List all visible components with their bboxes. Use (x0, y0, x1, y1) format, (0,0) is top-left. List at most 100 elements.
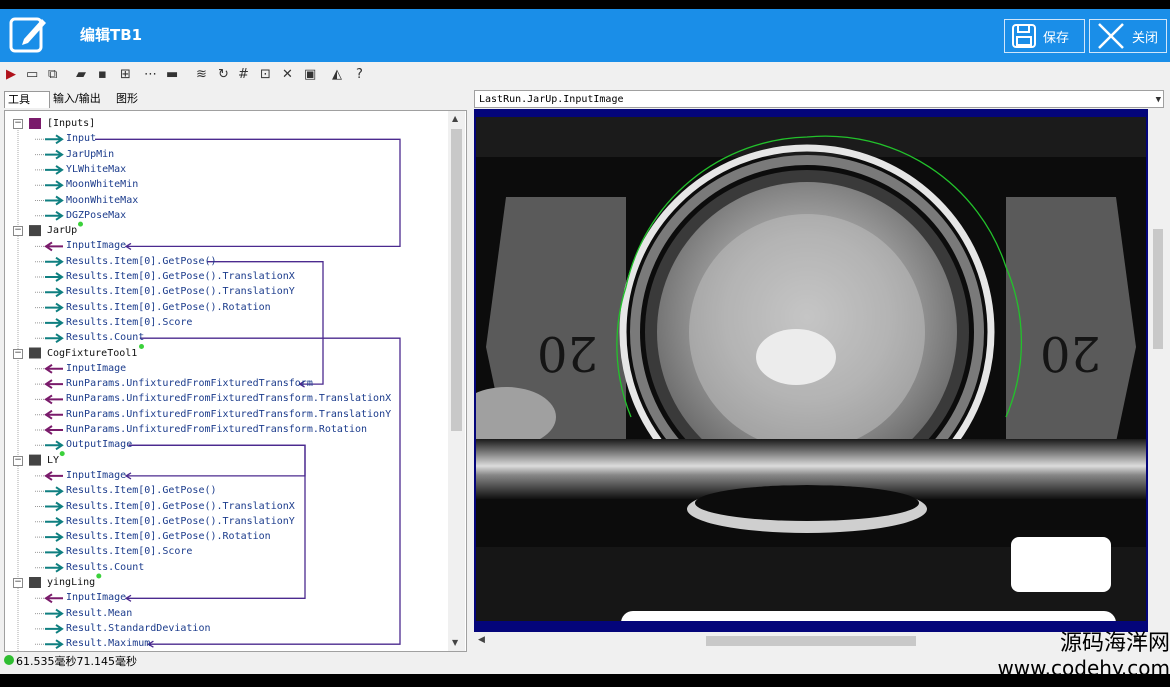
window-title: 编辑TB1 (80, 26, 143, 44)
output-arrow-icon (45, 501, 64, 512)
image-source-select[interactable]: LastRun.JarUp.InputImage ▼ (474, 90, 1164, 108)
tab-tools[interactable]: 工具 (4, 91, 50, 108)
image-source-value: LastRun.JarUp.InputImage (479, 94, 624, 105)
scroll-up-icon[interactable]: ▲ (452, 114, 458, 123)
input-arrow-icon (44, 363, 63, 374)
output-arrow-icon (45, 639, 64, 650)
output-arrow-icon (45, 547, 64, 558)
tool-tree: ▲ ▼ − [Inputs] Input JarUpMin YLWhiteMax Moon… (4, 110, 467, 652)
scroll-left-icon[interactable]: ◀ (478, 635, 485, 645)
save-button[interactable]: 保存 (1004, 19, 1085, 53)
image-vertical-scrollbar[interactable] (1150, 109, 1166, 649)
tree-tool-node[interactable]: [Inputs] (47, 117, 95, 130)
tree-input-terminal[interactable]: InputImage (66, 239, 126, 252)
tree-tool-node[interactable]: yingLing (47, 576, 95, 589)
tree-output-terminal[interactable]: Results.Item[0].GetPose().TranslationY (66, 285, 295, 298)
tree-input-terminal[interactable]: InputImage (66, 591, 126, 604)
tree-output-terminal[interactable]: Results.Item[0].GetPose().Rotation (66, 301, 271, 314)
save-disk-icon[interactable]: ▪ (98, 67, 114, 83)
tree-output-terminal[interactable]: Results.Item[0].GetPose().Rotation (66, 530, 271, 543)
output-arrow-icon (45, 210, 64, 221)
tree-output-terminal[interactable]: YLWhiteMax (66, 163, 126, 176)
tree-collapse-toggle[interactable]: − (13, 226, 23, 237)
pattern-tool-icon (29, 225, 41, 237)
output-arrow-icon (45, 165, 64, 175)
tree-input-terminal[interactable]: InputImage (66, 362, 126, 375)
editor-window: 编辑TB1 保存 关闭 ▶ ▭ ⧉ ▰ ▪ ⊞ ⋯ ▬ ≋ ↻ # ⊡ ✕ ▣ ◭? 工具 输入/输出 图形… (0, 9, 1170, 674)
output-arrow-icon (45, 562, 64, 573)
tree-input-terminal[interactable]: RunParams.UnfixturedFromFixturedTransfor… (66, 377, 313, 390)
dashes-icon[interactable]: ⋯ (144, 67, 160, 83)
output-arrow-icon (45, 486, 64, 497)
tree-scroll-thumb[interactable] (451, 129, 462, 431)
camera-image[interactable]: 20 20 (476, 117, 1146, 621)
scroll-down-icon[interactable]: ▼ (452, 638, 458, 647)
tree-output-terminal[interactable]: Input (66, 132, 96, 145)
input-arrow-icon (44, 241, 63, 252)
zoom-icon[interactable]: ⊡ (260, 67, 276, 83)
image-pane: LastRun.JarUp.InputImage ▼ 20 20 ◀ ▶ (474, 90, 1168, 650)
tool-status-dot (96, 573, 102, 579)
link-icon[interactable]: ⧉ (48, 67, 64, 83)
tag-icon[interactable]: ▬ (166, 67, 182, 83)
tree-input-terminal[interactable]: RunParams.UnfixturedFromFixturedTransfor… (66, 408, 391, 421)
tree-output-terminal[interactable]: Results.Item[0].GetPose().TranslationX (66, 270, 295, 283)
terminal-link-line (95, 138, 401, 250)
jar-photo-icon: 20 20 (476, 117, 1146, 621)
run-icon[interactable]: ▶ (6, 67, 22, 83)
input-arrow-icon (44, 409, 63, 420)
tree-output-terminal[interactable]: JarUpMin (66, 148, 114, 161)
chart-icon[interactable]: ◭ (332, 67, 348, 83)
database-icon[interactable]: ≋ (196, 67, 212, 83)
open-folder-icon[interactable]: ▰ (76, 67, 92, 83)
output-arrow-icon (45, 180, 64, 191)
tree-vertical-scrollbar[interactable]: ▲ ▼ (448, 111, 465, 651)
wrench-icon[interactable]: ✕ (282, 67, 298, 83)
tree-output-terminal[interactable]: Results.Item[0].GetPose() (66, 255, 217, 268)
tree-tool-node[interactable]: LY (47, 454, 59, 467)
tree-tool-node[interactable]: JarUp (47, 224, 77, 237)
close-button[interactable]: 关闭 (1089, 19, 1167, 53)
output-arrow-icon (45, 302, 64, 313)
network-icon[interactable]: ⊞ (120, 67, 136, 83)
tree-output-terminal[interactable]: Results.Item[0].GetPose() (66, 484, 217, 497)
tree-collapse-toggle[interactable]: − (13, 455, 23, 466)
code-icon[interactable]: ▣ (304, 67, 320, 83)
tree-output-terminal[interactable]: Result.Mean (66, 607, 132, 620)
tab-io[interactable]: 输入/输出 (50, 91, 104, 107)
tree-input-terminal[interactable]: InputImage (66, 469, 126, 482)
tree-output-terminal[interactable]: Result.StandardDeviation (66, 622, 211, 635)
tree-output-terminal[interactable]: Result.Maximum (66, 637, 150, 650)
close-label: 关闭 (1132, 30, 1159, 46)
chevron-down-icon[interactable]: ▼ (1156, 92, 1161, 109)
image-hscroll-thumb[interactable] (706, 636, 916, 646)
tree-output-terminal[interactable]: Results.Item[0].Score (66, 545, 192, 558)
input-arrow-icon (44, 425, 63, 435)
tree-input-terminal[interactable]: RunParams.UnfixturedFromFixturedTransfor… (66, 423, 367, 436)
input-arrow-icon (44, 471, 63, 481)
tree-input-terminal[interactable]: RunParams.UnfixturedFromFixturedTransfor… (66, 392, 391, 405)
tree-output-terminal[interactable]: Results.Count (66, 561, 144, 574)
numeric-icon[interactable]: # (238, 67, 254, 83)
tab-graphics[interactable]: 图形 (113, 91, 141, 107)
output-arrow-icon (45, 440, 64, 451)
tree-collapse-toggle[interactable]: − (13, 578, 23, 588)
tree-output-terminal[interactable]: Results.Item[0].Score (66, 316, 192, 329)
tree-collapse-toggle[interactable]: − (13, 119, 23, 129)
tree-output-terminal[interactable]: Results.Item[0].GetPose().TranslationY (66, 515, 295, 528)
tree-tool-node[interactable]: CogFixtureTool1 (47, 347, 137, 360)
svg-text:20: 20 (537, 325, 598, 381)
tree-output-terminal[interactable]: DGZPoseMax (66, 209, 126, 222)
refresh-icon[interactable]: ↻ (218, 67, 234, 83)
output-arrow-icon (45, 333, 64, 344)
image-icon[interactable]: ▭ (26, 67, 42, 83)
tree-collapse-toggle[interactable]: − (13, 348, 23, 359)
help-icon[interactable]: ? (356, 67, 372, 83)
image-vscroll-thumb[interactable] (1153, 229, 1163, 349)
pattern-tool-icon (29, 454, 41, 466)
tree-output-terminal[interactable]: MoonWhiteMin (66, 178, 138, 191)
tree-output-terminal[interactable]: OutputImage (66, 438, 132, 451)
tree-output-terminal[interactable]: MoonWhiteMax (66, 194, 138, 207)
tree-output-terminal[interactable]: Results.Item[0].GetPose().TranslationX (66, 500, 295, 513)
tree-output-terminal[interactable]: Results.Count (66, 331, 144, 344)
